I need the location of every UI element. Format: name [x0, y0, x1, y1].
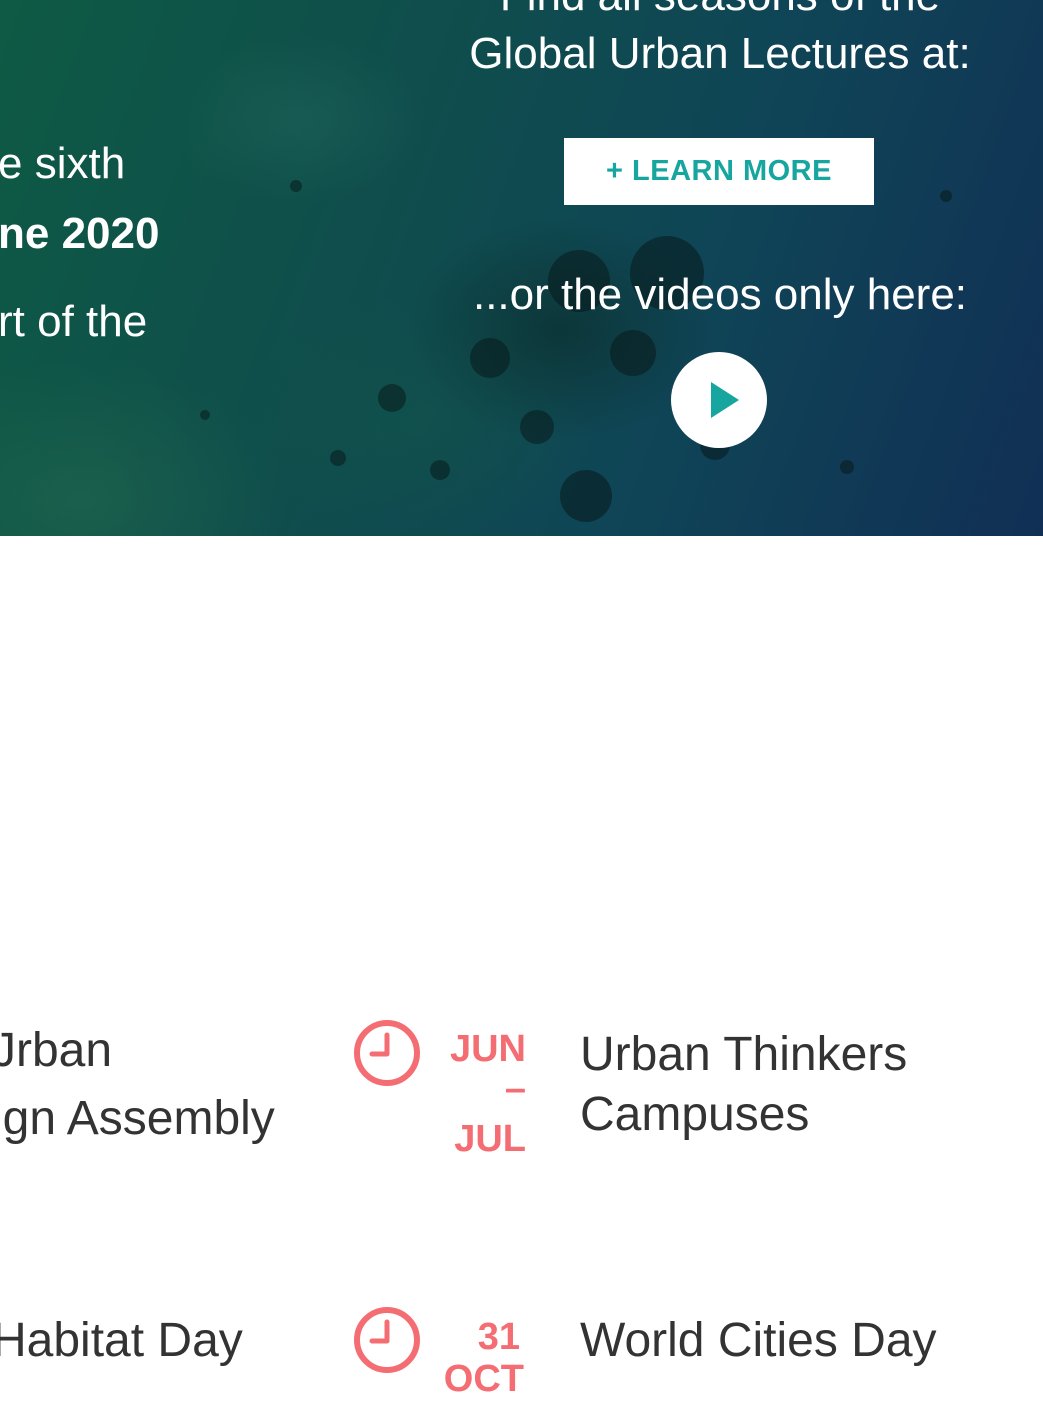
texture-dot — [200, 410, 210, 420]
texture-dot — [378, 384, 406, 412]
event-date-day: 31 — [477, 1316, 520, 1358]
event-date-month: OCT — [443, 1358, 524, 1400]
texture-dot — [430, 460, 450, 480]
clock-icon — [354, 1307, 420, 1373]
hero-banner: e sixth ne 2020 rt of the Find all seaso… — [0, 0, 1043, 536]
clock-icon — [354, 1020, 420, 1086]
event-title-world-cities-day[interactable]: World Cities Day — [580, 1310, 937, 1372]
event-date-separator: – — [504, 1068, 526, 1110]
play-icon — [711, 382, 739, 418]
texture-dot — [470, 338, 510, 378]
hero-intro-line-1: e sixth — [0, 139, 126, 188]
videos-text: ...or the videos only here: — [472, 270, 968, 319]
texture-dot — [520, 410, 554, 444]
event-title-line-2: ign Assembly — [0, 1092, 275, 1145]
event-title-habitat-day: Habitat Day — [0, 1314, 243, 1367]
play-video-button[interactable] — [671, 352, 767, 448]
seasons-heading-line-2: Global Urban Lectures at: — [469, 29, 971, 78]
event-title-urban-thinkers-line-1[interactable]: Urban Thinkers — [580, 1024, 907, 1086]
seasons-heading-line-1: Find all seasons of the — [400, 0, 1040, 26]
texture-dot — [560, 470, 612, 522]
texture-dot — [330, 450, 346, 466]
hero-intro-line-2: ne 2020 — [0, 209, 160, 258]
event-date-end: JUL — [454, 1118, 526, 1160]
hero-intro-line-3: rt of the — [0, 297, 148, 346]
event-title-urban-thinkers-line-2[interactable]: Campuses — [580, 1084, 809, 1146]
texture-dot — [940, 190, 952, 202]
event-title-line-1: Jrban — [0, 1024, 113, 1077]
texture-dot — [840, 460, 854, 474]
texture-dot — [610, 330, 656, 376]
learn-more-button[interactable]: + LEARN MORE — [564, 138, 874, 205]
texture-dot — [290, 180, 302, 192]
